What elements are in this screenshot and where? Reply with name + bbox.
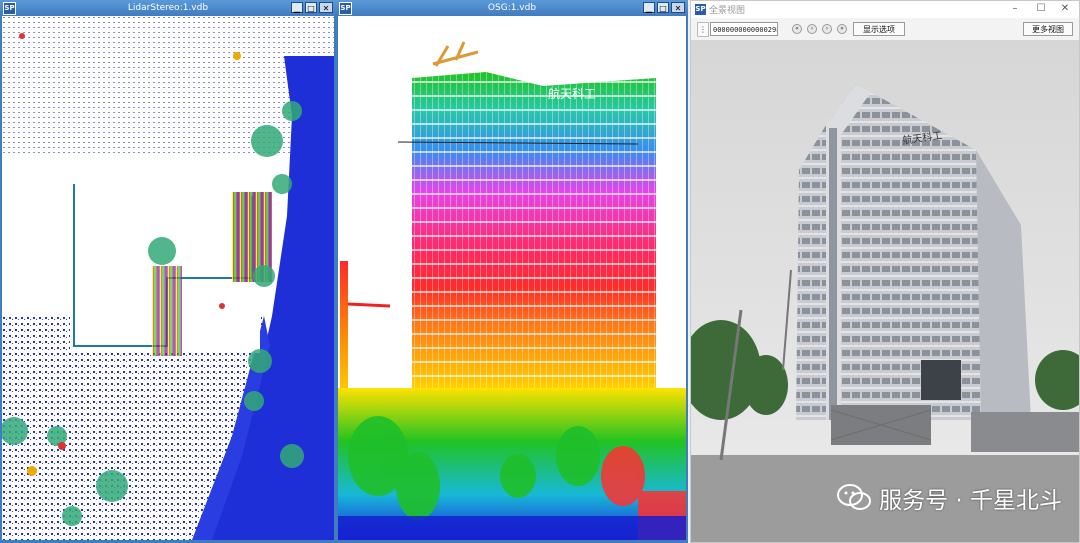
watermark-text: 服务号 · 千星北斗 [879, 488, 1062, 514]
osg-window-title: OSG:1.vdb [487, 3, 537, 13]
wechat-icon [837, 484, 872, 512]
panorama-window-titlebar[interactable]: SP 全景视图 – ☐ ✕ [691, 1, 1079, 17]
lidar-window-title: LidarStereo:1.vdb [127, 3, 209, 13]
panorama-window: SP 全景视图 – ☐ ✕ ⋮ 00000000000002987 « ‹ › … [690, 0, 1080, 543]
frame-number-field[interactable]: 00000000000002987 [710, 22, 778, 36]
lidar-window-titlebar[interactable]: SP LidarStereo:1.vdb ▁ □ ✕ [0, 0, 336, 16]
lidar-topdown-viewport[interactable] [2, 16, 334, 540]
maximize-icon[interactable]: □ [657, 2, 669, 13]
maximize-icon[interactable]: ☐ [1031, 3, 1051, 14]
lidar-stereo-window: SP LidarStereo:1.vdb ▁ □ ✕ [0, 0, 336, 543]
app-icon: SP [339, 1, 352, 15]
watermark: 服务号 · 千星北斗 [837, 481, 1062, 515]
menu-icon[interactable]: ⋮ [697, 22, 709, 37]
show-options-button[interactable]: 显示选项 [853, 22, 905, 36]
close-icon[interactable]: ✕ [319, 2, 333, 13]
minimize-icon[interactable]: ▁ [643, 2, 655, 13]
osg-window-titlebar[interactable]: SP OSG:1.vdb ▁ □ ✕ [336, 0, 688, 16]
more-views-button[interactable]: 更多视图 [1023, 22, 1073, 36]
panorama-photo[interactable]: 航天科工 [691, 40, 1079, 542]
first-frame-icon[interactable]: « [792, 24, 802, 34]
app-icon: SP [3, 1, 16, 15]
next-frame-icon[interactable]: › [822, 24, 832, 34]
street-panorama-image: 航天科工 [691, 40, 1079, 542]
app-icon: SP [694, 2, 707, 16]
minimize-icon[interactable]: – [1005, 3, 1025, 14]
close-icon[interactable]: ✕ [1055, 3, 1075, 14]
minimize-icon[interactable]: ▁ [291, 2, 303, 13]
lidar-topdown-pointcloud [2, 16, 334, 540]
maximize-icon[interactable]: □ [305, 2, 317, 13]
prev-frame-icon[interactable]: ‹ [807, 24, 817, 34]
osg-building-pointcloud: 航天科工 [338, 16, 686, 540]
panorama-toolbar: ⋮ 00000000000002987 « ‹ › » 显示选项 更多视图 [691, 18, 1079, 41]
pointcloud-building-sign: 航天科工 [548, 86, 596, 101]
osg-window: SP OSG:1.vdb ▁ □ ✕ 航天科工 [336, 0, 688, 543]
osg-3d-viewport[interactable]: 航天科工 [338, 16, 686, 540]
last-frame-icon[interactable]: » [837, 24, 847, 34]
close-icon[interactable]: ✕ [671, 2, 685, 13]
